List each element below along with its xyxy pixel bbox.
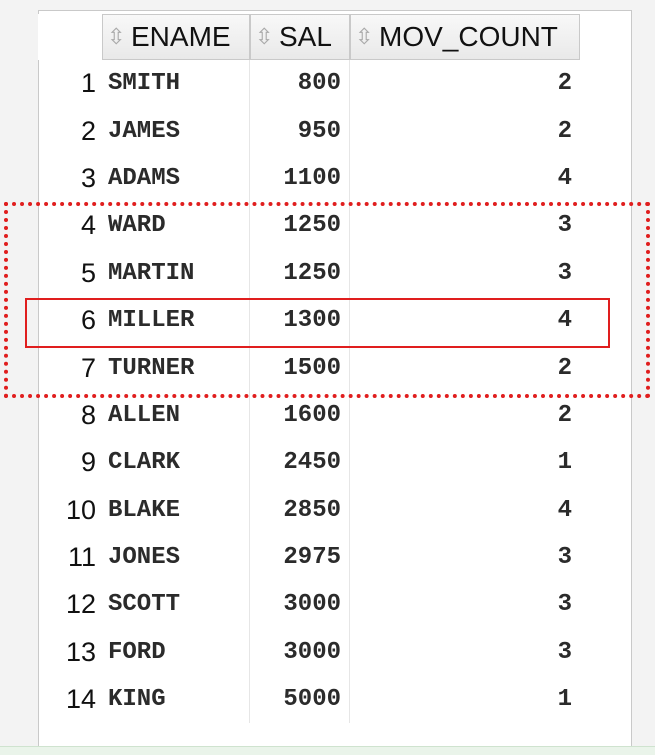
ename-cell[interactable]: BLAKE bbox=[102, 486, 250, 534]
table-row[interactable]: 8 ALLEN 1600 2 bbox=[38, 391, 580, 440]
ename-cell[interactable]: ALLEN bbox=[102, 391, 250, 440]
sal-cell[interactable]: 950 bbox=[250, 107, 350, 155]
mov-count-cell[interactable]: 3 bbox=[350, 250, 580, 297]
ename-cell[interactable]: KING bbox=[102, 676, 250, 724]
ename-cell[interactable]: MARTIN bbox=[102, 249, 250, 297]
table-row[interactable]: 6 MILLER 1300 4 bbox=[38, 296, 580, 345]
row-number-cell[interactable]: 13 bbox=[38, 629, 102, 676]
sal-cell[interactable]: 3000 bbox=[250, 628, 350, 677]
table-row[interactable]: 9 CLARK 2450 1 bbox=[38, 439, 580, 487]
table-row[interactable]: 14 KING 5000 1 bbox=[38, 676, 580, 724]
sal-cell[interactable]: 1300 bbox=[250, 296, 350, 345]
table-row[interactable]: 2 JAMES 950 2 bbox=[38, 107, 580, 155]
ename-cell[interactable]: ADAMS bbox=[102, 154, 250, 203]
row-number-cell[interactable]: 6 bbox=[38, 297, 102, 344]
sort-updown-icon[interactable]: ⇳ bbox=[355, 26, 373, 48]
sal-cell[interactable]: 3000 bbox=[250, 581, 350, 629]
row-number-cell[interactable]: 8 bbox=[38, 392, 102, 439]
row-number-cell[interactable]: 11 bbox=[38, 534, 102, 581]
mov-count-cell[interactable]: 3 bbox=[350, 202, 580, 249]
column-header-label: MOV_COUNT bbox=[379, 21, 558, 52]
mov-count-cell[interactable]: 2 bbox=[350, 60, 580, 107]
row-number-cell[interactable]: 3 bbox=[38, 155, 102, 202]
sal-cell[interactable]: 1100 bbox=[250, 154, 350, 203]
sal-cell[interactable]: 800 bbox=[250, 60, 350, 108]
sal-cell[interactable]: 1500 bbox=[250, 344, 350, 392]
table-row[interactable]: 1 SMITH 800 2 bbox=[38, 60, 580, 108]
mov-count-cell[interactable]: 2 bbox=[350, 107, 580, 154]
row-number-cell[interactable]: 1 bbox=[38, 60, 102, 107]
mov-count-cell[interactable]: 3 bbox=[350, 581, 580, 628]
ename-cell[interactable]: FORD bbox=[102, 628, 250, 677]
row-number-header bbox=[38, 14, 102, 60]
table-row[interactable]: 3 ADAMS 1100 4 bbox=[38, 154, 580, 203]
ename-cell[interactable]: JONES bbox=[102, 533, 250, 582]
sal-cell[interactable]: 1250 bbox=[250, 202, 350, 250]
sal-cell[interactable]: 5000 bbox=[250, 676, 350, 724]
table-row[interactable]: 13 FORD 3000 3 bbox=[38, 628, 580, 677]
sal-cell[interactable]: 1600 bbox=[250, 391, 350, 440]
column-header-mov-count[interactable]: ⇳ MOV_COUNT bbox=[350, 14, 580, 60]
ename-cell[interactable]: SMITH bbox=[102, 60, 250, 108]
mov-count-cell[interactable]: 3 bbox=[350, 534, 580, 581]
mov-count-cell[interactable]: 1 bbox=[350, 676, 580, 723]
column-header-label: SAL bbox=[279, 21, 332, 52]
sal-cell[interactable]: 1250 bbox=[250, 249, 350, 297]
mov-count-cell[interactable]: 2 bbox=[350, 392, 580, 439]
sort-updown-icon[interactable]: ⇳ bbox=[255, 26, 273, 48]
table-row[interactable]: 5 MARTIN 1250 3 bbox=[38, 249, 580, 297]
status-strip bbox=[0, 746, 655, 755]
grid-header: ⇳ ENAME ⇳ SAL ⇳ MOV_COUNT bbox=[38, 14, 580, 60]
ename-cell[interactable]: SCOTT bbox=[102, 581, 250, 629]
mov-count-cell[interactable]: 1 bbox=[350, 439, 580, 486]
row-number-cell[interactable]: 12 bbox=[38, 581, 102, 628]
row-number-cell[interactable]: 14 bbox=[38, 676, 102, 723]
ename-cell[interactable]: MILLER bbox=[102, 296, 250, 345]
column-header-sal[interactable]: ⇳ SAL bbox=[250, 14, 350, 60]
sal-cell[interactable]: 2450 bbox=[250, 439, 350, 487]
sal-cell[interactable]: 2850 bbox=[250, 486, 350, 534]
row-number-cell[interactable]: 4 bbox=[38, 202, 102, 249]
sal-cell[interactable]: 2975 bbox=[250, 533, 350, 582]
table-row[interactable]: 10 BLAKE 2850 4 bbox=[38, 486, 580, 534]
mov-count-cell[interactable]: 3 bbox=[350, 629, 580, 676]
table-row[interactable]: 11 JONES 2975 3 bbox=[38, 533, 580, 582]
row-number-cell[interactable]: 9 bbox=[38, 439, 102, 486]
grid-body: 1 SMITH 800 2 2 JAMES 950 2 3 ADAMS 1100 4 4 WARD 1250… bbox=[38, 60, 580, 724]
row-number-cell[interactable]: 7 bbox=[38, 344, 102, 391]
ename-cell[interactable]: TURNER bbox=[102, 344, 250, 392]
ename-cell[interactable]: WARD bbox=[102, 202, 250, 250]
mov-count-cell[interactable]: 4 bbox=[350, 297, 580, 344]
sort-updown-icon[interactable]: ⇳ bbox=[107, 26, 125, 48]
column-header-ename[interactable]: ⇳ ENAME bbox=[102, 14, 250, 60]
row-number-cell[interactable]: 5 bbox=[38, 250, 102, 297]
mov-count-cell[interactable]: 2 bbox=[350, 344, 580, 391]
row-number-cell[interactable]: 2 bbox=[38, 107, 102, 154]
ename-cell[interactable]: JAMES bbox=[102, 107, 250, 155]
mov-count-cell[interactable]: 4 bbox=[350, 487, 580, 534]
mov-count-cell[interactable]: 4 bbox=[350, 155, 580, 202]
table-row[interactable]: 7 TURNER 1500 2 bbox=[38, 344, 580, 392]
row-number-cell[interactable]: 10 bbox=[38, 487, 102, 534]
table-row[interactable]: 12 SCOTT 3000 3 bbox=[38, 581, 580, 629]
column-header-label: ENAME bbox=[131, 21, 231, 52]
ename-cell[interactable]: CLARK bbox=[102, 439, 250, 487]
table-row[interactable]: 4 WARD 1250 3 bbox=[38, 202, 580, 250]
